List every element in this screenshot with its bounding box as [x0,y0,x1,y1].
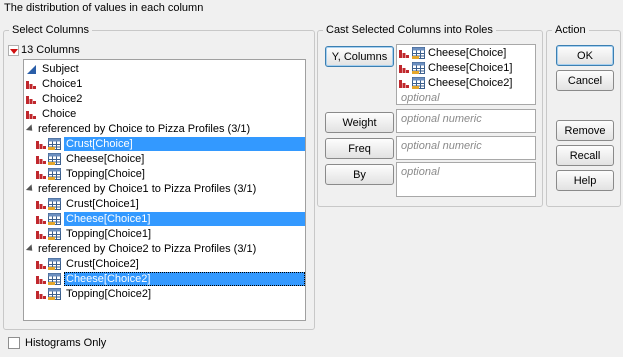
referenced-column-item[interactable]: Topping[Choice1] [24,227,305,241]
role-item[interactable]: Cheese[Choice1] [399,61,512,75]
cast-roles-legend: Cast Selected Columns into Roles [326,24,493,36]
referenced-column-item[interactable]: Topping[Choice] [24,167,305,181]
select-columns-legend: Select Columns [12,24,90,36]
weight-placeholder: optional numeric [401,113,482,125]
table-reference-icon [48,198,61,210]
by-button[interactable]: By [325,164,394,185]
referenced-column-item[interactable]: Cheese[Choice2] [24,272,305,286]
column-count-label: 13 Columns [21,44,80,56]
referenced-column-item[interactable]: Crust[Choice1] [24,197,305,211]
by-role-list[interactable]: optional [396,162,536,197]
role-item-label: Cheese[Choice] [428,47,507,59]
column-label: Topping[Choice1] [66,228,152,240]
column-label: Topping[Choice] [66,168,145,180]
expand-triangle-icon[interactable] [25,124,36,134]
reference-group[interactable]: referenced by Choice to Pizza Profiles (… [24,122,305,136]
nominal-icon [36,199,46,209]
histograms-only-option[interactable]: Histograms Only [8,337,106,349]
column-label: Subject [42,63,79,75]
table-reference-icon [412,62,425,74]
table-reference-icon [48,153,61,165]
column-item[interactable]: Choice [24,107,305,121]
red-triangle-menu-icon[interactable] [8,44,19,56]
nominal-icon [36,139,46,149]
reference-group[interactable]: referenced by Choice2 to Pizza Profiles … [24,242,305,256]
nominal-icon [26,94,36,104]
histograms-only-label: Histograms Only [25,337,107,349]
remove-button[interactable]: Remove [556,120,614,141]
column-label: referenced by Choice1 to Pizza Profiles … [38,183,257,195]
table-reference-icon [48,228,61,240]
weight-role-list[interactable]: optional numeric [396,109,536,133]
nominal-icon [36,259,46,269]
column-list[interactable]: Subject Choice1 Choice2 Choice referenced by… [23,59,306,321]
column-label: Crust[Choice1] [66,198,139,210]
help-button[interactable]: Help [556,170,614,191]
nominal-icon [36,229,46,239]
y-columns-role-list[interactable]: Cheese[Choice] Cheese[Choice1] Cheese[Ch… [396,44,536,105]
by-placeholder: optional [401,166,440,178]
table-reference-icon [48,168,61,180]
weight-button[interactable]: Weight [325,112,394,133]
column-label: referenced by Choice to Pizza Profiles (… [38,123,251,135]
freq-placeholder: optional numeric [401,140,482,152]
column-label: Choice1 [42,78,83,90]
nominal-icon [399,63,409,73]
table-reference-icon [48,273,61,285]
reference-group[interactable]: referenced by Choice1 to Pizza Profiles … [24,182,305,196]
nominal-icon [36,289,46,299]
referenced-column-item[interactable]: Cheese[Choice1] [24,212,305,226]
column-label: Crust[Choice] [64,137,305,151]
column-label: Choice [42,108,77,120]
role-item-label: Cheese[Choice1] [428,62,513,74]
referenced-column-item[interactable]: Crust[Choice2] [24,257,305,271]
column-label: Crust[Choice2] [66,258,139,270]
referenced-column-item[interactable]: Cheese[Choice] [24,152,305,166]
table-reference-icon [48,258,61,270]
nominal-icon [36,169,46,179]
table-reference-icon [48,138,61,150]
action-legend: Action [555,24,586,36]
nominal-icon [399,78,409,88]
histograms-only-checkbox[interactable] [8,337,20,349]
nominal-icon [399,48,409,58]
column-label: Choice2 [42,93,83,105]
column-item[interactable]: Choice1 [24,77,305,91]
dialog-hint: The distribution of values in each colum… [4,2,204,14]
table-reference-icon [48,288,61,300]
column-label: Cheese[Choice] [66,153,145,165]
column-label: Cheese[Choice2] [64,272,305,286]
y-columns-button[interactable]: Y, Columns [325,46,394,67]
referenced-column-item[interactable]: Crust[Choice] [24,137,305,151]
column-label: Topping[Choice2] [66,288,152,300]
role-item[interactable]: Cheese[Choice2] [399,76,512,90]
table-reference-icon [48,213,61,225]
expand-triangle-icon[interactable] [25,184,36,194]
column-item[interactable]: Choice2 [24,92,305,106]
nominal-icon [36,214,46,224]
role-item[interactable]: Cheese[Choice] [399,46,506,60]
referenced-column-item[interactable]: Topping[Choice2] [24,287,305,301]
freq-role-list[interactable]: optional numeric [396,136,536,160]
nominal-icon [26,109,36,119]
role-item-label: Cheese[Choice2] [428,77,513,89]
cancel-button[interactable]: Cancel [556,70,614,91]
continuous-icon [27,65,36,74]
y-columns-placeholder: optional [401,92,440,104]
column-item[interactable]: Subject [24,62,305,76]
column-label: referenced by Choice2 to Pizza Profiles … [38,243,257,255]
nominal-icon [36,154,46,164]
nominal-icon [36,274,46,284]
nominal-icon [26,79,36,89]
expand-triangle-icon[interactable] [25,244,36,254]
freq-button[interactable]: Freq [325,138,394,159]
table-reference-icon [412,77,425,89]
recall-button[interactable]: Recall [556,145,614,166]
column-count-header: 13 Columns [8,43,80,57]
ok-button[interactable]: OK [556,45,614,66]
table-reference-icon [412,47,425,59]
column-label: Cheese[Choice1] [64,212,305,226]
